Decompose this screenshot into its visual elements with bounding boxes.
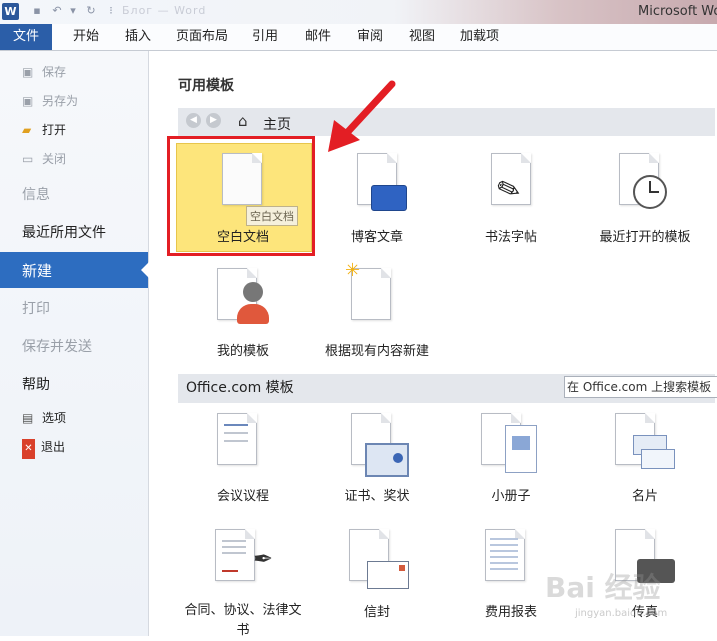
menu-options[interactable]: ▤ 选项 [22,408,66,428]
back-arrow-icon[interactable]: ◀ [186,113,201,128]
available-templates-title: 可用模板 [178,78,234,94]
app-title: Microsoft Wo [638,4,717,19]
menu-exit-label: 退出 [41,440,66,454]
menu-print[interactable]: 打印 [22,298,50,318]
expense-page-icon [485,529,525,581]
tab-insert[interactable]: 插入 [125,24,151,50]
undo-dropdown-icon[interactable]: ▾ [66,4,80,18]
template-new-from-existing[interactable]: ✳ 根据现有内容新建 [311,258,443,366]
menu-exit[interactable]: ✕ 退出 [22,437,66,459]
menu-help[interactable]: 帮助 [22,374,50,394]
template-label: 合同、协议、法律文书 [184,603,302,638]
menu-save[interactable]: ▣ 保存 [22,62,66,82]
redo-icon[interactable]: ↻ [84,4,98,18]
save-icon: ▣ [22,65,34,79]
folder-open-icon: ▰ [22,123,32,137]
office-template-business-card[interactable]: 名片 [579,405,711,513]
close-folder-icon: ▭ [22,152,34,166]
business-card-icon-2 [641,449,675,469]
tab-page-layout[interactable]: 页面布局 [176,24,228,50]
template-label: 小册子 [491,489,531,504]
menu-open[interactable]: ▰ 打开 [22,120,66,140]
menu-save-label: 保存 [42,65,67,79]
menu-options-label: 选项 [42,411,67,425]
template-label: 会议议程 [216,489,269,504]
menu-save-send[interactable]: 保存并发送 [22,336,92,356]
menu-save-as[interactable]: ▣ 另存为 [22,91,78,111]
template-label: 我的模板 [216,344,269,359]
sparkle-icon: ✳ [345,260,361,281]
template-nav-bar [178,108,715,136]
tab-view[interactable]: 视图 [409,24,435,50]
watermark-url: jingyan.baidu.com [575,608,668,619]
exit-icon: ✕ [22,439,35,459]
document-title: Блог — Word [122,4,207,17]
tab-file[interactable]: 文件 [0,24,52,50]
menu-close[interactable]: ▭ 关闭 [22,149,66,169]
template-label: 最近打开的模板 [599,230,691,245]
template-label: 博客文章 [350,230,403,245]
person-body-icon [237,304,269,324]
annotation-arrow-icon [328,80,396,152]
office-template-agenda[interactable]: 会议议程 [177,405,309,513]
undo-icon[interactable]: ↶ [50,4,64,18]
contract-page-icon [215,529,255,581]
forward-arrow-icon[interactable]: ▶ [206,113,221,128]
clock-icon [633,175,667,209]
tab-mailings[interactable]: 邮件 [305,24,331,50]
menu-recent[interactable]: 最近所用文件 [22,222,106,242]
office-template-certificate[interactable]: 证书、奖状 [311,405,443,513]
template-label: 信封 [363,605,390,620]
menu-new-label: 新建 [22,262,53,280]
pen-icon: ✒ [253,545,274,573]
home-icon[interactable]: ⌂ [238,112,248,130]
office-template-contract[interactable]: ✒ 合同、协议、法律文书 [177,521,309,638]
menu-new[interactable]: 新建 [0,252,149,288]
tab-home[interactable]: 开始 [73,24,99,50]
office-template-envelope[interactable]: 信封 [311,521,443,629]
save-as-icon: ▣ [22,94,34,108]
office-template-brochure[interactable]: 小册子 [445,405,577,513]
person-head-icon [243,282,263,302]
options-icon: ▤ [22,411,34,425]
envelope-icon [367,561,409,589]
template-recent[interactable]: 最近打开的模板 [579,143,711,251]
tab-references[interactable]: 引用 [252,24,278,50]
annotation-highlight-box [167,136,315,256]
quick-save-icon[interactable]: ▪ [30,4,44,18]
customize-toolbar-icon[interactable]: ⁝ [104,4,118,18]
template-label: 书法字帖 [484,230,537,245]
watermark-logo: Bai 经验 [545,571,661,604]
template-label: 名片 [631,489,658,504]
agenda-page-icon [217,413,257,465]
word-app-icon[interactable]: W [2,3,19,20]
menu-close-label: 关闭 [42,152,67,166]
brochure-icon [505,425,537,473]
breadcrumb-home[interactable]: 主页 [263,114,291,134]
tab-addins[interactable]: 加载项 [460,24,499,50]
certificate-icon [365,443,409,477]
template-calligraphy[interactable]: ✎ 书法字帖 [445,143,577,251]
speech-bubble-icon [371,185,407,211]
template-label: 证书、奖状 [344,489,410,504]
template-blog-post[interactable]: 博客文章 [311,143,443,251]
template-label: 根据现有内容新建 [324,344,429,359]
template-my-templates[interactable]: 我的模板 [177,258,309,366]
office-search-input[interactable]: 在 Office.com 上搜索模板 [564,376,717,398]
menu-info[interactable]: 信息 [22,184,50,204]
tab-review[interactable]: 审阅 [357,24,383,50]
office-templates-title: Office.com 模板 [186,380,294,396]
menu-open-label: 打开 [42,123,67,137]
menu-save-as-label: 另存为 [42,94,79,108]
